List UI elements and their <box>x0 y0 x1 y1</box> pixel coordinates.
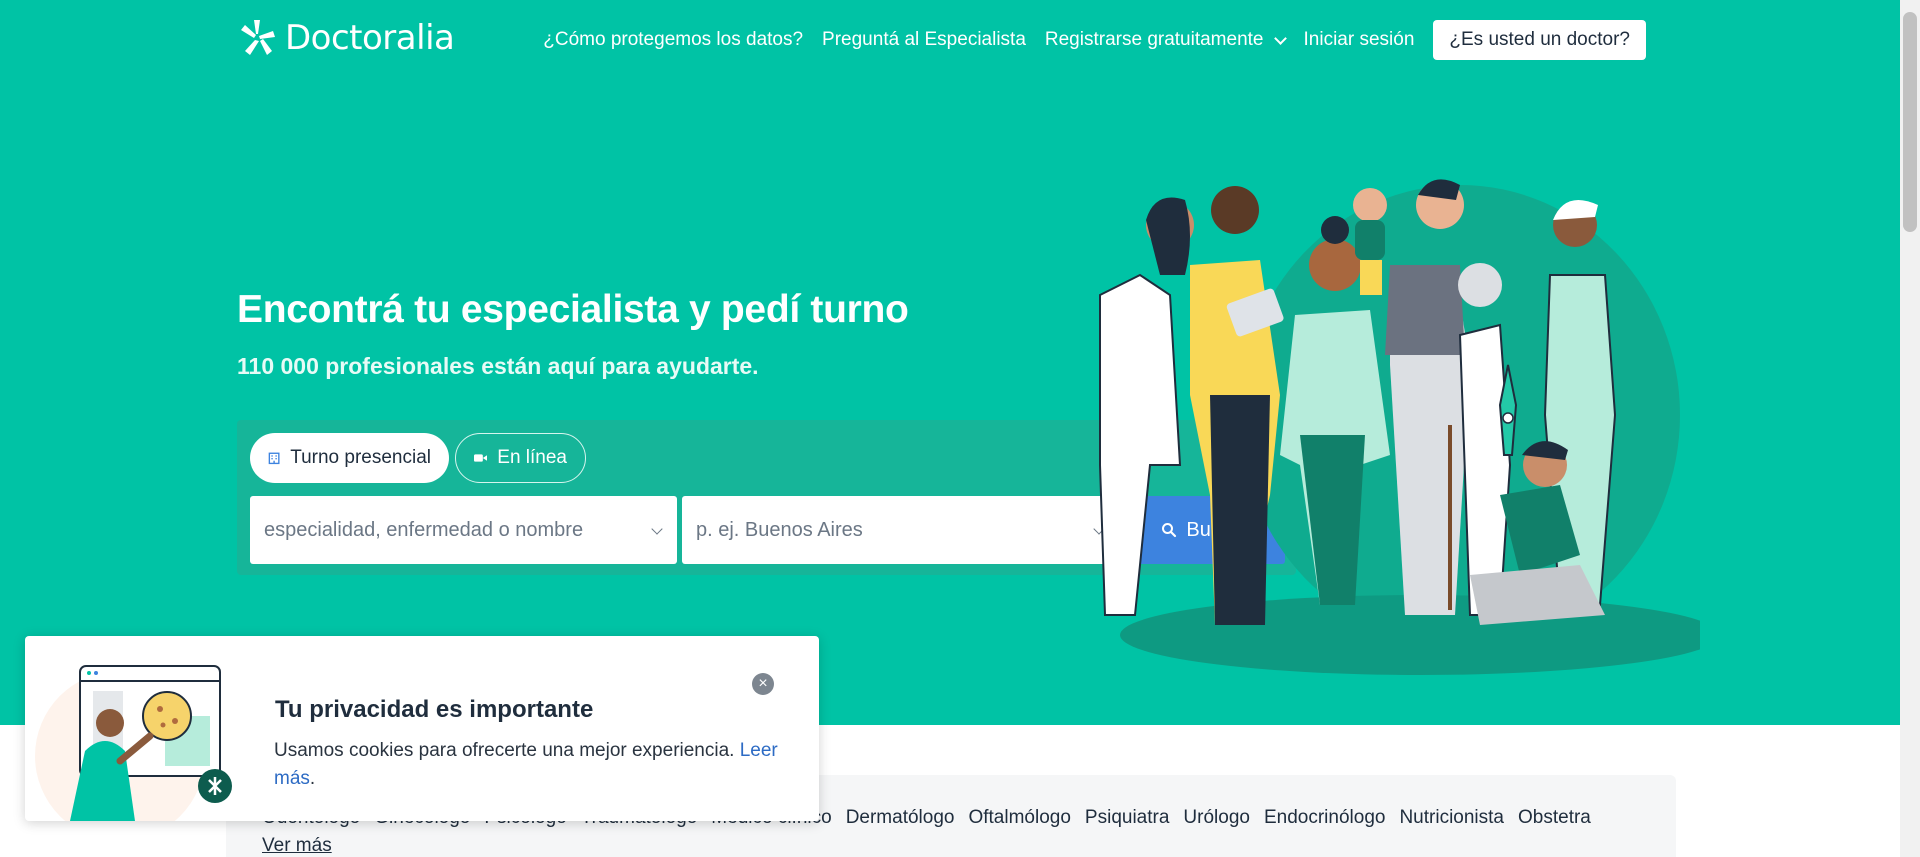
tab-in-person-label: Turno presencial <box>290 447 431 468</box>
tab-online[interactable]: En línea <box>455 433 586 483</box>
nav-ask-specialist[interactable]: Preguntá al Especialista <box>822 29 1026 51</box>
specialty-link[interactable]: Psiquiatra <box>1085 807 1170 829</box>
specialty-link[interactable]: Endocrinólogo <box>1264 807 1385 829</box>
are-you-doctor-button[interactable]: ¿Es usted un doctor? <box>1433 20 1646 60</box>
logo-text: Doctoralia <box>285 18 455 58</box>
hero-section: Doctoralia ¿Cómo protegemos los datos? P… <box>0 0 1900 725</box>
nav-register-label: Registrarse gratuitamente <box>1044 29 1264 50</box>
specialty-link[interactable]: Urólogo <box>1183 807 1250 829</box>
hero-subtitle: 110 000 profesionales están aquí para ay… <box>237 353 759 379</box>
specialty-link[interactable]: Nutricionista <box>1399 807 1504 829</box>
tab-online-label: En línea <box>497 447 567 468</box>
scrollbar[interactable] <box>1900 0 1920 857</box>
cookie-banner: Tu privacidad es importante Usamos cooki… <box>25 636 819 821</box>
specialty-placeholder: especialidad, enfermedad o nombre <box>264 518 584 541</box>
location-input[interactable]: p. ej. Buenos Aires <box>682 496 1119 564</box>
cookie-title: Tu privacidad es importante <box>275 696 594 723</box>
location-placeholder: p. ej. Buenos Aires <box>696 518 863 541</box>
cookie-text: Usamos cookies para ofrecerte una mejor … <box>274 737 794 793</box>
video-camera-icon <box>474 454 488 462</box>
cookie-message: Usamos cookies para ofrecerte una mejor … <box>274 740 735 761</box>
chevron-down-icon <box>1273 31 1287 45</box>
cookie-period: . <box>309 768 316 789</box>
people-illustration <box>1099 179 1700 675</box>
specialty-link[interactable]: Obstetra <box>1518 807 1591 829</box>
specialty-link[interactable]: Oftalmólogo <box>968 807 1070 829</box>
specialty-input[interactable]: especialidad, enfermedad o nombre <box>250 496 677 564</box>
tab-in-person[interactable]: Turno presencial <box>250 433 449 483</box>
top-nav: ¿Cómo protegemos los datos? Preguntá al … <box>543 20 1646 60</box>
nav-data-protection[interactable]: ¿Cómo protegemos los datos? <box>543 29 803 51</box>
nav-login[interactable]: Iniciar sesión <box>1304 29 1415 51</box>
see-more-link[interactable]: Ver más <box>262 835 332 857</box>
hero-title: Encontrá tu especialista y pedí turno <box>237 288 909 331</box>
nav-register[interactable]: Registrarse gratuitamente <box>1044 29 1287 51</box>
close-icon[interactable]: × <box>752 673 774 695</box>
scrollbar-thumb[interactable] <box>1903 12 1917 232</box>
privacy-illustration <box>35 665 232 821</box>
building-icon <box>268 452 280 465</box>
doctoralia-logo-icon <box>241 20 275 55</box>
specialty-link[interactable]: Dermatólogo <box>846 807 955 829</box>
chevron-down-icon <box>651 523 663 535</box>
logo[interactable]: Doctoralia <box>237 18 455 58</box>
